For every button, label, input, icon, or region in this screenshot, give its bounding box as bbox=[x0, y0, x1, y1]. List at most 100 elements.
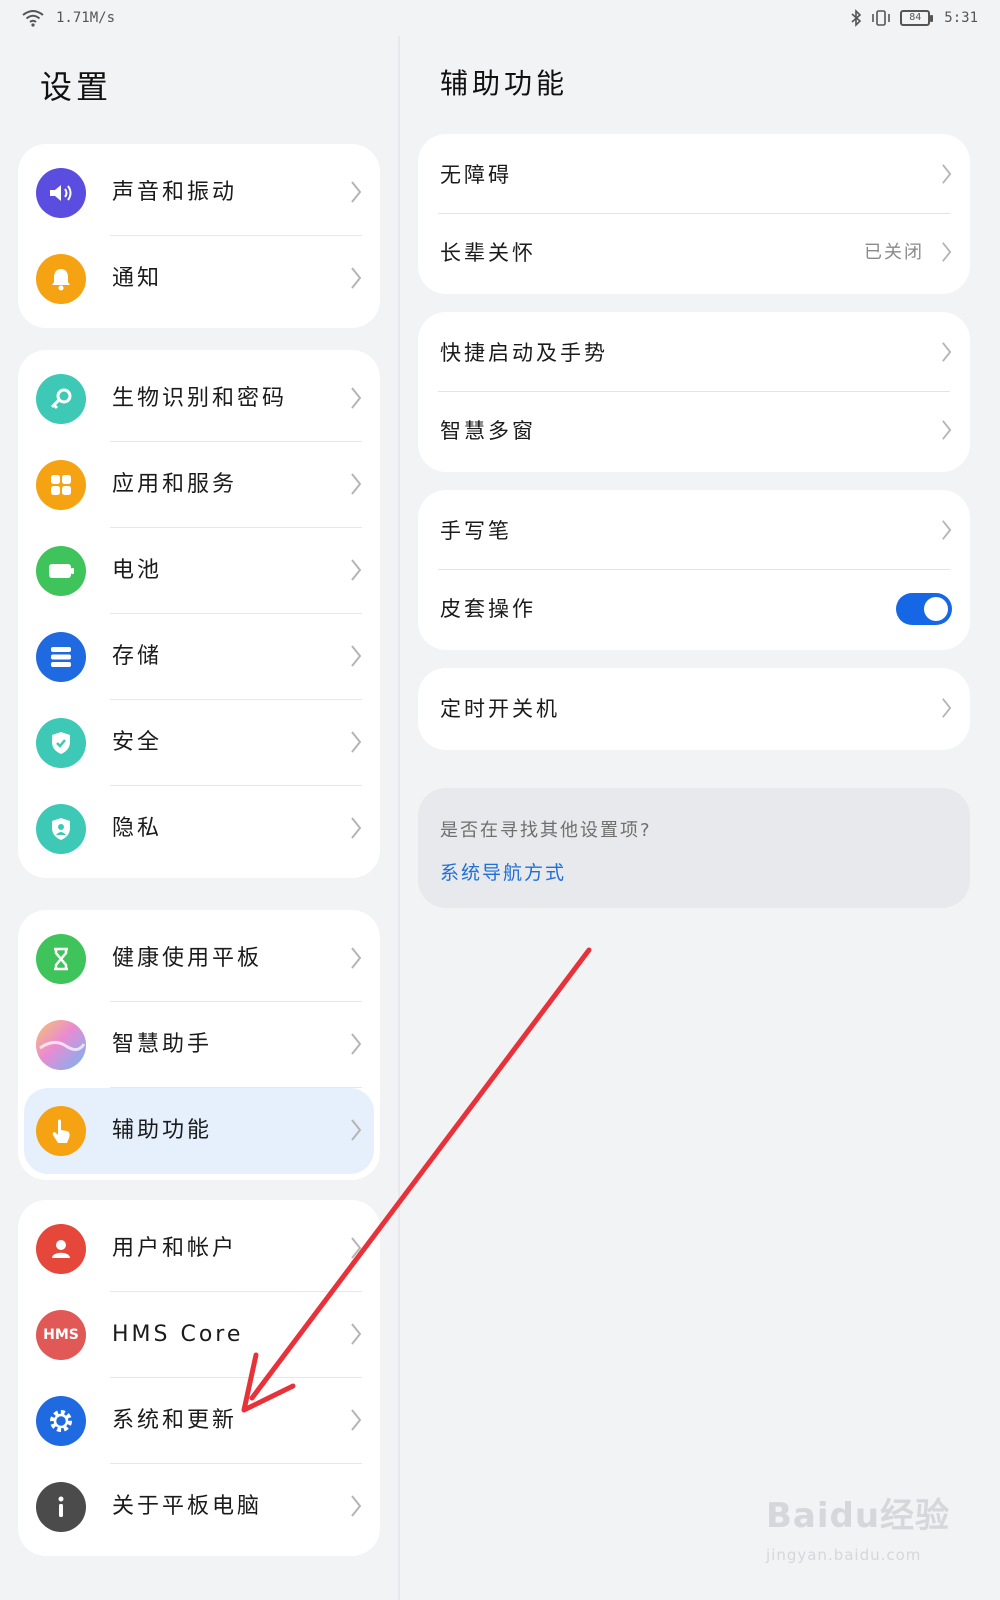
settings-item[interactable]: 隐私 bbox=[18, 786, 380, 872]
settings-group: 声音和振动 通知 bbox=[18, 144, 380, 328]
settings-item[interactable]: 生物识别和密码 bbox=[18, 356, 380, 442]
accessibility-item-label: 智慧多窗 bbox=[440, 419, 536, 443]
settings-item-label: 声音和振动 bbox=[112, 180, 238, 205]
settings-item-label: 安全 bbox=[112, 730, 163, 755]
toggle-knob bbox=[924, 597, 948, 621]
chevron-right-icon bbox=[350, 644, 362, 668]
accessibility-group: 定时开关机 bbox=[418, 668, 970, 750]
info-icon bbox=[36, 1482, 86, 1532]
key-icon bbox=[36, 374, 86, 424]
chevron-right-icon bbox=[350, 730, 362, 754]
settings-item-label: 辅助功能 bbox=[112, 1118, 213, 1143]
settings-item[interactable]: 应用和服务 bbox=[18, 442, 380, 528]
accessibility-item-label: 皮套操作 bbox=[440, 597, 536, 621]
accessibility-item[interactable]: 皮套操作 bbox=[418, 570, 970, 648]
settings-item[interactable]: 用户和帐户 bbox=[18, 1206, 380, 1292]
settings-item-label: 隐私 bbox=[112, 816, 163, 841]
storage-icon bbox=[36, 632, 86, 682]
settings-item-label: 用户和帐户 bbox=[112, 1236, 238, 1261]
watermark-logo: Baidu经验 jingyan.baidu.com bbox=[766, 1496, 951, 1564]
status-bar: 1.71M/s 84 5:31 bbox=[0, 0, 1000, 36]
accessibility-item[interactable]: 定时开关机 bbox=[418, 670, 970, 748]
settings-item-label: 存储 bbox=[112, 644, 163, 669]
accessibility-item-label: 长辈关怀 bbox=[440, 241, 536, 265]
chevron-right-icon bbox=[941, 419, 952, 441]
privacy-shield-icon bbox=[36, 804, 86, 854]
accessibility-item[interactable]: 长辈关怀 已关闭 bbox=[418, 214, 970, 292]
page-title: 设置 bbox=[40, 68, 113, 106]
accessibility-item-label: 快捷启动及手势 bbox=[440, 341, 608, 365]
chevron-right-icon bbox=[350, 1118, 362, 1142]
hand-pointer-icon bbox=[36, 1106, 86, 1156]
suggestion-card: 是否在寻找其他设置项? 系统导航方式 bbox=[418, 788, 970, 908]
settings-group: 健康使用平板智慧助手辅助功能 bbox=[18, 910, 380, 1180]
chevron-right-icon bbox=[350, 1032, 362, 1056]
accessibility-item[interactable]: 快捷启动及手势 bbox=[418, 314, 970, 392]
chevron-right-icon bbox=[350, 816, 362, 840]
settings-item[interactable]: HMS HMS Core bbox=[18, 1292, 380, 1378]
status-value: 已关闭 bbox=[864, 242, 924, 263]
chevron-right-icon bbox=[350, 1322, 362, 1346]
settings-item-label: 应用和服务 bbox=[112, 472, 238, 497]
settings-item[interactable]: 安全 bbox=[18, 700, 380, 786]
settings-item[interactable]: 关于平板电脑 bbox=[18, 1464, 380, 1550]
accessibility-item-label: 无障碍 bbox=[440, 163, 512, 187]
accessibility-panel: 辅助功能 无障碍长辈关怀 已关闭快捷启动及手势 智慧多窗手写笔皮套操作定时开关机 是… bbox=[400, 36, 1000, 1600]
settings-item[interactable]: 健康使用平板 bbox=[18, 916, 380, 1002]
accessibility-group: 无障碍长辈关怀 已关闭 bbox=[418, 134, 970, 294]
cover-operation-toggle[interactable] bbox=[896, 593, 952, 625]
settings-item[interactable]: 辅助功能 bbox=[24, 1088, 374, 1174]
accessibility-item[interactable]: 手写笔 bbox=[418, 492, 970, 570]
battery-icon bbox=[36, 546, 86, 596]
accessibility-item-label: 手写笔 bbox=[440, 519, 512, 543]
settings-item-label: 系统和更新 bbox=[112, 1408, 238, 1433]
chevron-right-icon bbox=[941, 519, 952, 541]
settings-sidebar: 设置 声音和振动通知生物识别和密码 应用和服务电池存储安全隐私健康使用平板智慧助手… bbox=[0, 36, 398, 1600]
settings-item[interactable]: 智慧助手 bbox=[18, 1002, 380, 1088]
chevron-right-icon bbox=[350, 266, 362, 290]
settings-group: 生物识别和密码 应用和服务电池存储安全隐私 bbox=[18, 350, 380, 878]
hourglass-icon bbox=[36, 934, 86, 984]
settings-item-label: 通知 bbox=[112, 266, 163, 291]
settings-item[interactable]: 声音和振动 bbox=[18, 150, 380, 236]
accessibility-item-label: 定时开关机 bbox=[440, 697, 560, 721]
chevron-right-icon bbox=[941, 697, 952, 719]
settings-item[interactable]: 存储 bbox=[18, 614, 380, 700]
settings-item[interactable]: 系统和更新 bbox=[18, 1378, 380, 1464]
settings-item-label: 生物识别和密码 bbox=[112, 386, 288, 411]
network-speed: 1.71M/s bbox=[56, 10, 116, 26]
bell-icon bbox=[36, 254, 86, 304]
clock: 5:31 bbox=[944, 10, 978, 26]
system-navigation-link[interactable]: 系统导航方式 bbox=[440, 858, 566, 885]
assistant-orb-icon bbox=[36, 1020, 86, 1070]
settings-group: 用户和帐户 HMS HMS Core 系统和更新关于平板电脑 bbox=[18, 1200, 380, 1556]
suggestion-question: 是否在寻找其他设置项? bbox=[440, 820, 652, 841]
accessibility-item[interactable]: 智慧多窗 bbox=[418, 392, 970, 470]
settings-item-label: HMS Core bbox=[112, 1322, 244, 1347]
battery-indicator: 84 bbox=[900, 10, 934, 26]
settings-item-label: 电池 bbox=[112, 558, 163, 583]
chevron-right-icon bbox=[941, 163, 952, 185]
accessibility-item[interactable]: 无障碍 bbox=[418, 136, 970, 214]
settings-item[interactable]: 电池 bbox=[18, 528, 380, 614]
vibrate-icon bbox=[872, 10, 891, 26]
chevron-right-icon bbox=[350, 1494, 362, 1518]
chevron-right-icon bbox=[350, 472, 362, 496]
settings-item[interactable]: 通知 bbox=[18, 236, 380, 322]
chevron-right-icon bbox=[350, 180, 362, 204]
shield-check-icon bbox=[36, 718, 86, 768]
chevron-right-icon bbox=[350, 1408, 362, 1432]
panel-title: 辅助功能 bbox=[440, 67, 569, 100]
settings-item-label: 智慧助手 bbox=[112, 1032, 213, 1057]
chevron-right-icon bbox=[941, 241, 952, 263]
gear-icon bbox=[36, 1396, 86, 1446]
user-icon bbox=[36, 1224, 86, 1274]
accessibility-group: 快捷启动及手势 智慧多窗 bbox=[418, 312, 970, 472]
chevron-right-icon bbox=[350, 1236, 362, 1260]
wifi-icon bbox=[22, 10, 44, 27]
chevron-right-icon bbox=[350, 946, 362, 970]
hms-icon: HMS bbox=[36, 1310, 86, 1360]
accessibility-group: 手写笔 皮套操作 bbox=[418, 490, 970, 650]
bluetooth-icon bbox=[851, 9, 862, 27]
chevron-right-icon bbox=[350, 386, 362, 410]
